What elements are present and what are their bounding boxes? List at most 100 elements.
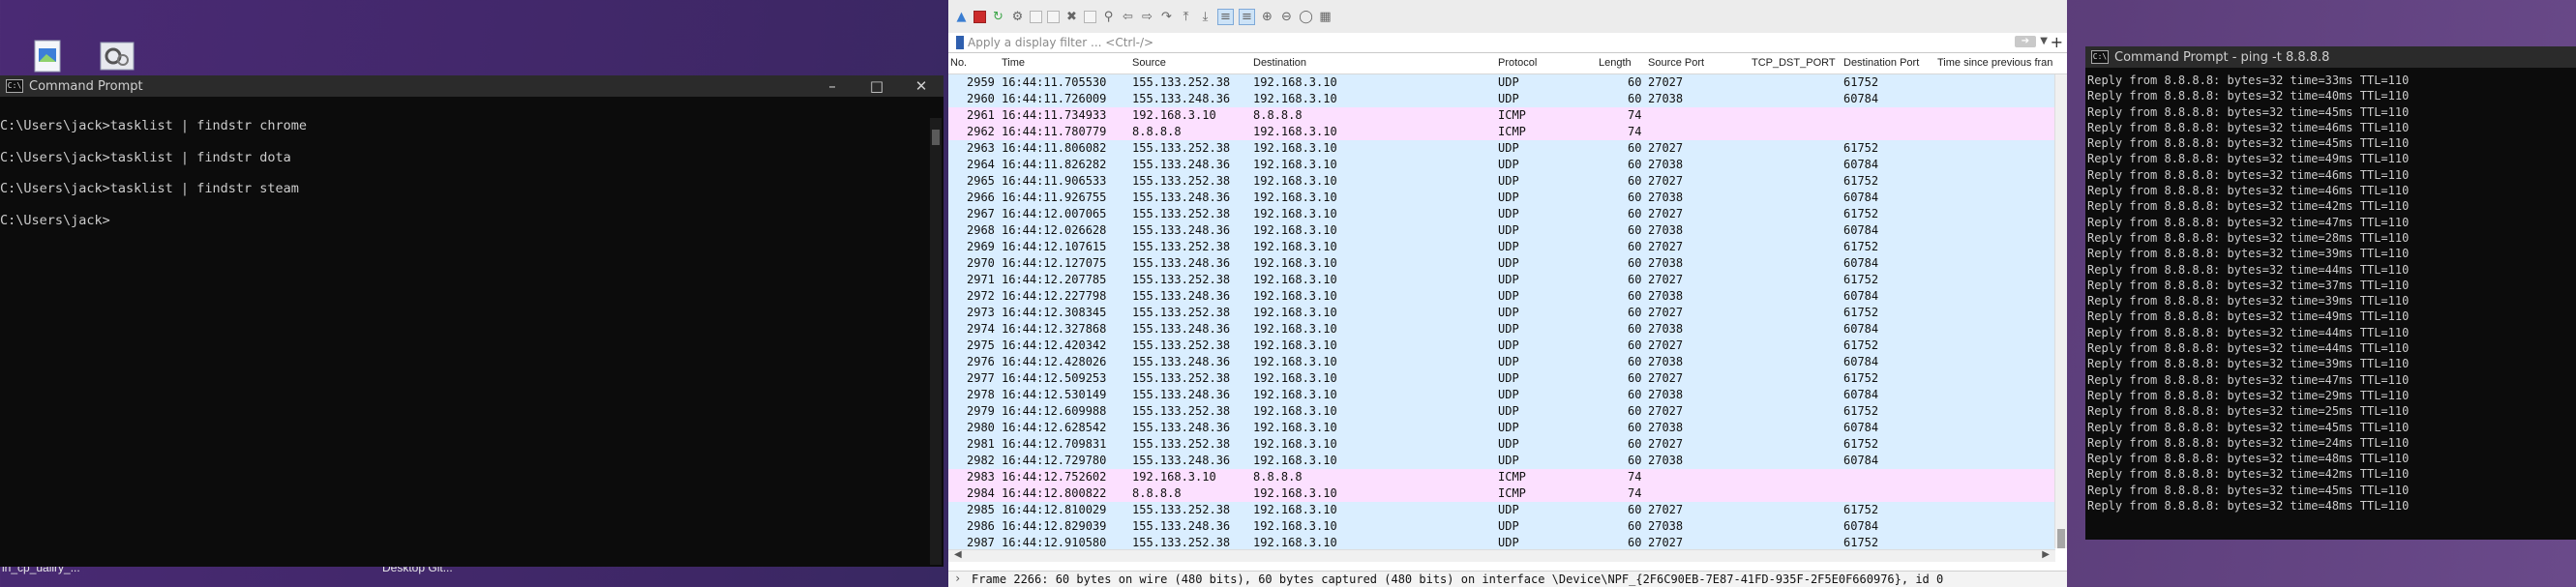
table-row[interactable]: 2985 16:44:12.810029 155.133.252.38 192.168… — [948, 502, 2055, 518]
go-forward-icon[interactable]: ⇨ — [1140, 10, 1154, 24]
bookmark-icon[interactable] — [956, 36, 964, 49]
table-row[interactable]: 2974 16:44:12.327868 155.133.248.36 192.168… — [948, 321, 2055, 338]
table-cell: 61752 — [1843, 141, 1879, 155]
packet-list[interactable]: 2959 16:44:11.705530 155.133.252.38 192.168… — [948, 74, 2055, 551]
zoom-out-icon[interactable]: ⊖ — [1279, 10, 1294, 24]
open-file-icon[interactable] — [1030, 10, 1042, 23]
table-cell: 2984 — [967, 486, 995, 500]
display-filter-bar[interactable]: Apply a display filter ... <Ctrl-/> ➔ ▼ … — [948, 33, 2067, 53]
packet-details-summary[interactable]: › Frame 2266: 60 bytes on wire (480 bits… — [948, 571, 2067, 587]
table-cell: 60 — [1628, 289, 1642, 303]
apply-filter-icon[interactable]: ➔ — [2015, 36, 2036, 47]
table-row[interactable]: 2982 16:44:12.729780 155.133.248.36 192.168… — [948, 453, 2055, 469]
scroll-left-icon[interactable]: ◀ — [954, 549, 962, 560]
table-row[interactable]: 2976 16:44:12.428026 155.133.248.36 192.168… — [948, 354, 2055, 370]
table-row[interactable]: 2959 16:44:11.705530 155.133.252.38 192.168… — [948, 74, 2055, 91]
colorize-icon[interactable]: ≡ — [1239, 8, 1255, 25]
column-header[interactable]: Destination Port — [1843, 57, 1919, 69]
ping-command-prompt-window[interactable]: C:\ Command Prompt - ping -t 8.8.8.8 Rep… — [2085, 46, 2576, 540]
command-prompt-window[interactable]: C:\ Command Prompt – □ ✕ C:\Users\jack>t… — [0, 75, 944, 567]
packet-list-scrollbar[interactable] — [2054, 74, 2067, 548]
table-row[interactable]: 2972 16:44:12.227798 155.133.248.36 192.168… — [948, 288, 2055, 305]
go-back-icon[interactable]: ⇦ — [1121, 10, 1135, 24]
console-output[interactable]: C:\Users\jack>tasklist | findstr chrome C… — [0, 97, 944, 236]
wireshark-window[interactable]: ▲ ↻ ⚙ ✖ ⚲ ⇦ ⇨ ↷ ⤒ ⤓ ≡ ≡ ⊕ ⊖ ◯ ▦ Apply a … — [948, 0, 2067, 587]
table-row[interactable]: 2979 16:44:12.609988 155.133.252.38 192.168… — [948, 403, 2055, 420]
table-row[interactable]: 2966 16:44:11.926755 155.133.248.36 192.168… — [948, 190, 2055, 206]
maximize-button[interactable]: □ — [854, 75, 899, 97]
minimize-button[interactable]: – — [810, 75, 854, 97]
column-header[interactable]: Time — [1002, 57, 1025, 69]
desktop-file-icon[interactable] — [29, 39, 66, 73]
column-header[interactable]: No. — [950, 57, 967, 69]
find-packet-icon[interactable]: ⚲ — [1101, 10, 1116, 24]
console-output[interactable]: Reply from 8.8.8.8: bytes=32 time=33ms T… — [2085, 68, 2576, 514]
table-row[interactable]: 2978 16:44:12.530149 155.133.248.36 192.168… — [948, 387, 2055, 403]
chevron-right-icon[interactable]: › — [954, 572, 966, 585]
resize-columns-icon[interactable]: ▦ — [1318, 10, 1333, 24]
table-cell: ICMP — [1498, 470, 1526, 484]
column-header[interactable]: Time since previous fran — [1937, 57, 2052, 69]
filter-input[interactable]: Apply a display filter ... <Ctrl-/> — [968, 36, 1153, 49]
capture-options-icon[interactable]: ⚙ — [1010, 10, 1025, 24]
title-bar[interactable]: C:\ Command Prompt - ping -t 8.8.8.8 — [2085, 46, 2576, 68]
table-row[interactable]: 2986 16:44:12.829039 155.133.248.36 192.168… — [948, 518, 2055, 535]
scrollbar[interactable] — [930, 118, 942, 565]
table-row[interactable]: 2970 16:44:12.127075 155.133.248.36 192.168… — [948, 255, 2055, 272]
table-cell: 155.133.248.36 — [1132, 158, 1231, 171]
close-button[interactable]: ✕ — [899, 75, 944, 97]
scroll-right-icon[interactable]: ▶ — [2042, 549, 2050, 560]
table-row[interactable]: 2981 16:44:12.709831 155.133.252.38 192.168… — [948, 436, 2055, 453]
column-header[interactable]: Source Port — [1648, 57, 1704, 69]
table-cell: 27027 — [1648, 306, 1684, 319]
shark-fin-icon[interactable]: ▲ — [954, 10, 969, 24]
reload-file-icon[interactable] — [1084, 10, 1096, 23]
horizontal-scrollbar[interactable]: ◀ ▶ — [948, 549, 2055, 562]
close-file-icon[interactable]: ✖ — [1064, 10, 1079, 24]
table-cell: 27027 — [1648, 141, 1684, 155]
column-header[interactable]: TCP_DST_PORT — [1752, 57, 1836, 69]
table-row[interactable]: 2971 16:44:12.207785 155.133.252.38 192.168… — [948, 272, 2055, 288]
table-row[interactable]: 2965 16:44:11.906533 155.133.252.38 192.168… — [948, 173, 2055, 190]
title-bar[interactable]: C:\ Command Prompt – □ ✕ — [0, 75, 944, 97]
go-to-packet-icon[interactable]: ↷ — [1159, 10, 1174, 24]
table-cell: UDP — [1498, 519, 1519, 533]
table-row[interactable]: 2983 16:44:12.752602 192.168.3.10 8.8.8.8 IC… — [948, 469, 2055, 485]
console-line: Reply from 8.8.8.8: bytes=32 time=47ms T… — [2087, 372, 2410, 387]
table-row[interactable]: 2977 16:44:12.509253 155.133.252.38 192.168… — [948, 370, 2055, 387]
first-packet-icon[interactable]: ⤒ — [1179, 10, 1193, 24]
table-cell: 192.168.3.10 — [1253, 371, 1337, 385]
table-row[interactable]: 2980 16:44:12.628542 155.133.248.36 192.168… — [948, 420, 2055, 436]
add-filter-button[interactable]: + — [2051, 33, 2063, 51]
last-packet-icon[interactable]: ⤓ — [1198, 10, 1213, 24]
save-file-icon[interactable] — [1047, 10, 1060, 23]
table-row[interactable]: 2967 16:44:12.007065 155.133.252.38 192.168… — [948, 206, 2055, 222]
table-cell: 192.168.3.10 — [1253, 141, 1337, 155]
scroll-thumb[interactable] — [2057, 529, 2065, 548]
table-cell: 60784 — [1843, 92, 1879, 105]
table-row[interactable]: 2984 16:44:12.800822 8.8.8.8 192.168.3.10 IC… — [948, 485, 2055, 502]
table-row[interactable]: 2961 16:44:11.734933 192.168.3.10 8.8.8.8 IC… — [948, 107, 2055, 124]
chevron-down-icon[interactable]: ▼ — [2040, 36, 2048, 46]
column-header[interactable]: Source — [1132, 57, 1166, 69]
restart-capture-icon[interactable]: ↻ — [991, 10, 1005, 24]
table-row[interactable]: 2962 16:44:11.780779 8.8.8.8 192.168.3.10 IC… — [948, 124, 2055, 140]
scroll-thumb[interactable] — [932, 130, 940, 145]
table-cell: 60 — [1628, 519, 1642, 533]
normal-size-icon[interactable]: ◯ — [1299, 10, 1313, 24]
table-row[interactable]: 2968 16:44:12.026628 155.133.248.36 192.168… — [948, 222, 2055, 239]
table-row[interactable]: 2964 16:44:11.826282 155.133.248.36 192.168… — [948, 157, 2055, 173]
stop-capture-icon[interactable] — [973, 10, 986, 23]
table-row[interactable]: 2973 16:44:12.308345 155.133.252.38 192.168… — [948, 305, 2055, 321]
column-header[interactable]: Protocol — [1498, 57, 1537, 69]
table-row[interactable]: 2975 16:44:12.420342 155.133.252.38 192.168… — [948, 338, 2055, 354]
table-row[interactable]: 2963 16:44:11.806082 155.133.252.38 192.168… — [948, 140, 2055, 157]
column-header[interactable]: Destination — [1253, 57, 1306, 69]
table-row[interactable]: 2960 16:44:11.726009 155.133.248.36 192.168… — [948, 91, 2055, 107]
desktop-settings-icon[interactable] — [99, 39, 135, 73]
column-header[interactable]: Length — [1599, 57, 1632, 69]
autoscroll-icon[interactable]: ≡ — [1217, 8, 1234, 25]
table-row[interactable]: 2969 16:44:12.107615 155.133.252.38 192.168… — [948, 239, 2055, 255]
zoom-in-icon[interactable]: ⊕ — [1260, 10, 1274, 24]
table-cell: 27027 — [1648, 404, 1684, 418]
